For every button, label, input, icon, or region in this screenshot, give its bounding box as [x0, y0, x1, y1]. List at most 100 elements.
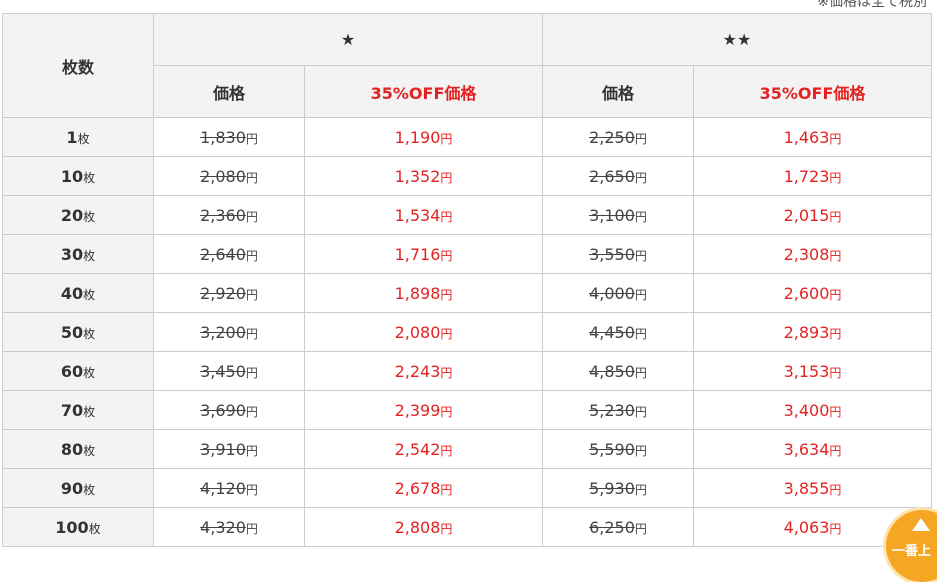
yen-unit: 円	[245, 365, 258, 380]
qty-value: 1	[66, 127, 78, 147]
one-star-original-price: 4,320円	[153, 507, 305, 547]
qty-cell: 100枚	[2, 507, 154, 547]
price-value: 1,463	[783, 127, 830, 147]
price-value: 2,360	[200, 205, 246, 225]
qty-unit: 枚	[83, 248, 96, 263]
yen-unit: 円	[634, 248, 647, 263]
yen-unit: 円	[440, 248, 453, 263]
one-star-original-price: 2,640円	[153, 234, 305, 274]
yen-unit: 円	[829, 365, 842, 380]
yen-unit: 円	[634, 443, 647, 458]
qty-cell: 20枚	[2, 195, 154, 235]
yen-unit: 円	[634, 521, 647, 536]
yen-unit: 円	[829, 326, 842, 341]
two-star-original-price: 2,650円	[542, 156, 694, 196]
two-star-original-price: 5,930円	[542, 468, 694, 508]
table-row: 10枚 2,080円 1,352円 2,650円 1,723円	[2, 156, 932, 196]
one-star-original-price: 2,920円	[153, 273, 305, 313]
price-value: 1,716	[394, 244, 441, 264]
two-star-original-price: 2,250円	[542, 117, 694, 157]
price-value: 3,634	[783, 439, 830, 459]
yen-unit: 円	[829, 209, 842, 224]
qty-unit: 枚	[83, 365, 96, 380]
two-star-original-price: 3,550円	[542, 234, 694, 274]
table-row: 1枚 1,830円 1,190円 2,250円 1,463円	[2, 117, 932, 157]
price-value: 3,153	[783, 361, 830, 381]
price-value: 3,550	[589, 244, 635, 264]
two-star-sale-price: 1,463円	[693, 117, 932, 157]
yen-unit: 円	[440, 287, 453, 302]
yen-unit: 円	[440, 443, 453, 458]
two-star-original-price: 4,850円	[542, 351, 694, 391]
price-value: 1,830	[200, 127, 246, 147]
price-value: 2,015	[783, 205, 830, 225]
yen-unit: 円	[245, 482, 258, 497]
yen-unit: 円	[440, 326, 453, 341]
table-row: 30枚 2,640円 1,716円 3,550円 2,308円	[2, 234, 932, 274]
yen-unit: 円	[440, 482, 453, 497]
qty-unit: 枚	[83, 326, 96, 341]
table-row: 70枚 3,690円 2,399円 5,230円 3,400円	[2, 390, 932, 430]
qty-unit: 枚	[83, 404, 96, 419]
two-star-original-price: 4,000円	[542, 273, 694, 313]
qty-value: 60	[60, 361, 84, 381]
yen-unit: 円	[829, 170, 842, 185]
qty-unit: 枚	[83, 443, 96, 458]
table-row: 90枚 4,120円 2,678円 5,930円 3,855円	[2, 468, 932, 508]
qty-cell: 50枚	[2, 312, 154, 352]
two-star-sale-price: 3,153円	[693, 351, 932, 391]
two-star-sale-price: 2,600円	[693, 273, 932, 313]
yen-unit: 円	[440, 521, 453, 536]
two-star-original-price: 6,250円	[542, 507, 694, 547]
qty-value: 50	[60, 322, 84, 342]
qty-cell: 70枚	[2, 390, 154, 430]
yen-unit: 円	[829, 248, 842, 263]
yen-unit: 円	[245, 404, 258, 419]
price-value: 1,723	[783, 166, 830, 186]
price-value: 3,855	[783, 478, 830, 498]
scroll-to-top-label: 一番上	[892, 544, 932, 559]
one-star-sale-price: 1,190円	[304, 117, 543, 157]
one-star-sale-price: 2,243円	[304, 351, 543, 391]
yen-unit: 円	[634, 404, 647, 419]
price-table: 枚数 ★ ★★ 価格 35%OFF価格 価格 35%OFF価格 1枚 1,830円…	[2, 13, 932, 547]
one-star-sale-price: 2,808円	[304, 507, 543, 547]
qty-value: 100	[55, 517, 89, 537]
one-star-sale-price: 2,399円	[304, 390, 543, 430]
price-value: 2,308	[783, 244, 830, 264]
price-value: 2,920	[200, 283, 246, 303]
price-value: 3,450	[200, 361, 246, 381]
two-star-original-price: 5,230円	[542, 390, 694, 430]
yen-unit: 円	[245, 131, 258, 146]
yen-unit: 円	[440, 365, 453, 380]
qty-unit: 枚	[83, 287, 96, 302]
yen-unit: 円	[634, 170, 647, 185]
qty-value: 40	[60, 283, 84, 303]
qty-unit: 枚	[83, 170, 96, 185]
price-value: 5,590	[589, 439, 635, 459]
yen-unit: 円	[245, 443, 258, 458]
price-value: 4,450	[589, 322, 635, 342]
qty-unit: 枚	[83, 482, 96, 497]
group-header-two-star: ★★	[542, 13, 932, 66]
price-value: 4,850	[589, 361, 635, 381]
table-row: 50枚 3,200円 2,080円 4,450円 2,893円	[2, 312, 932, 352]
yen-unit: 円	[245, 287, 258, 302]
sale-price-header: 35%OFF価格	[304, 65, 543, 118]
yen-unit: 円	[440, 170, 453, 185]
yen-unit: 円	[245, 248, 258, 263]
price-value: 2,640	[200, 244, 246, 264]
one-star-sale-price: 1,898円	[304, 273, 543, 313]
qty-cell: 60枚	[2, 351, 154, 391]
one-star-sale-price: 1,534円	[304, 195, 543, 235]
price-value: 2,250	[589, 127, 635, 147]
price-value: 3,690	[200, 400, 246, 420]
price-value: 2,893	[783, 322, 830, 342]
qty-cell: 90枚	[2, 468, 154, 508]
price-value: 3,910	[200, 439, 246, 459]
table-row: 20枚 2,360円 1,534円 3,100円 2,015円	[2, 195, 932, 235]
qty-value: 70	[60, 400, 84, 420]
yen-unit: 円	[245, 170, 258, 185]
sale-price-header: 35%OFF価格	[693, 65, 932, 118]
price-value: 5,930	[589, 478, 635, 498]
